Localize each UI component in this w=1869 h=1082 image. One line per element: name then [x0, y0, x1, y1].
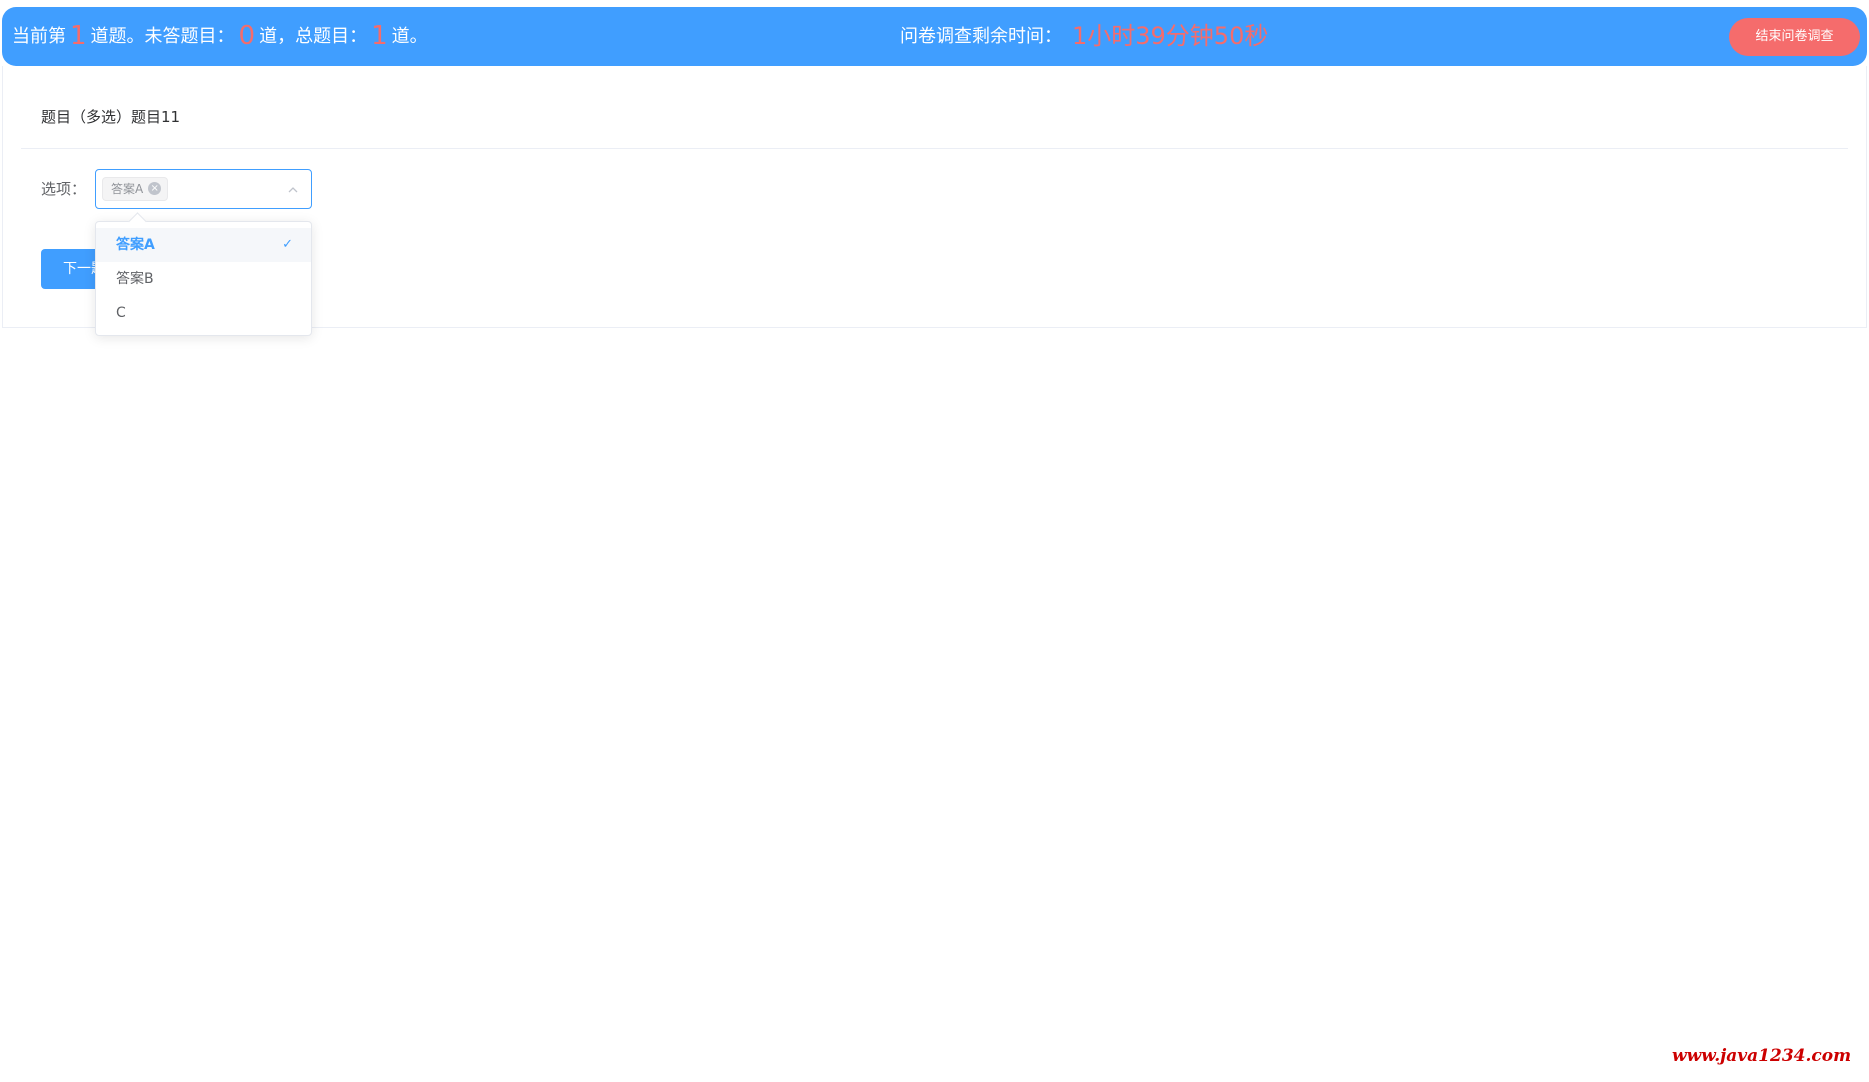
check-icon: ✓ — [282, 237, 293, 252]
current-index: 1 — [70, 21, 87, 51]
dropdown-option-label: C — [116, 305, 126, 321]
survey-header: 当前第 1 道题。未答题目： 0 道，总题目： 1 道。 问卷调查剩余时间： 1小时39分钟5… — [2, 7, 1867, 66]
chevron-up-icon[interactable] — [287, 184, 299, 196]
options-dropdown: 答案A ✓ 答案B C — [95, 212, 312, 336]
timer-label: 问卷调查剩余时间： — [900, 26, 1062, 47]
divider — [21, 148, 1848, 149]
progress-mid2: 道，总题目： — [259, 26, 368, 47]
total-count: 1 — [371, 21, 388, 51]
progress-summary: 当前第 1 道题。未答题目： 0 道，总题目： 1 道。 — [12, 7, 428, 66]
watermark: www.java1234.com — [1672, 1046, 1852, 1066]
dropdown-option-a[interactable]: 答案A ✓ — [96, 228, 311, 262]
dropdown-option-label: 答案B — [116, 271, 154, 287]
progress-suffix: 道。 — [391, 26, 428, 47]
timer-value: 1小时39分钟50秒 — [1072, 22, 1269, 50]
unanswered-count: 0 — [238, 21, 256, 51]
progress-prefix: 当前第 — [12, 26, 66, 47]
selected-tag-label: 答案A — [111, 182, 144, 196]
selected-tag: 答案A × — [102, 177, 169, 201]
remaining-time: 问卷调查剩余时间： 1小时39分钟50秒 — [900, 7, 1268, 66]
progress-mid1: 道题。未答题目： — [90, 26, 235, 47]
dropdown-option-label: 答案A — [116, 237, 155, 253]
end-survey-button[interactable]: 结束问卷调查 — [1729, 18, 1860, 56]
dropdown-option-c[interactable]: C — [96, 296, 311, 330]
dropdown-option-b[interactable]: 答案B — [96, 262, 311, 296]
options-multiselect[interactable]: 答案A × — [95, 169, 312, 209]
options-label: 选项： — [41, 180, 87, 198]
question-title: 题目（多选）题目11 — [41, 108, 181, 126]
tag-close-icon[interactable]: × — [148, 182, 162, 195]
